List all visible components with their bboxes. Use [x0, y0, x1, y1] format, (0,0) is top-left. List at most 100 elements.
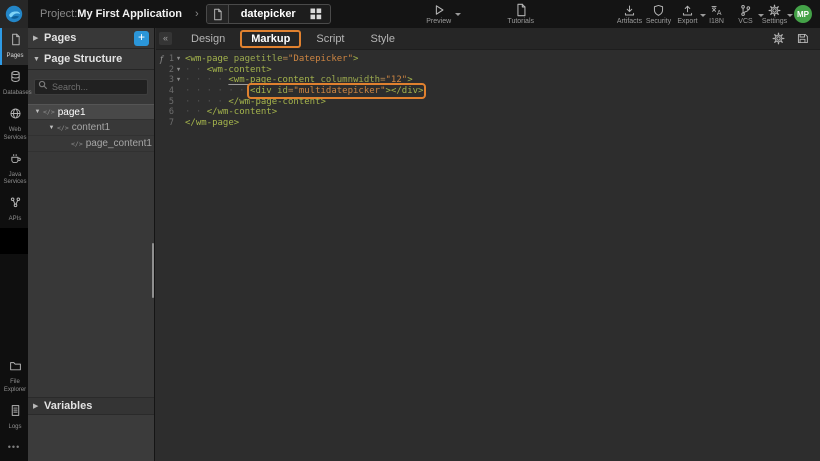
gutter: 7: [156, 118, 183, 128]
branch-icon: [739, 4, 752, 17]
code-text: · · <wm-content>: [185, 65, 272, 75]
rail-item-web-services[interactable]: Web Services: [0, 102, 28, 146]
tab-design[interactable]: Design: [181, 31, 235, 47]
more-options-button[interactable]: •••: [0, 436, 28, 461]
widget-icon: </>: [43, 108, 55, 116]
variables-section-header[interactable]: ▶ Variables: [28, 397, 154, 415]
chevron-right-icon[interactable]: ▶: [33, 34, 44, 42]
line-number: 1: [165, 54, 174, 64]
save-icon[interactable]: [796, 32, 809, 45]
breadcrumb-chevron-icon: ›: [195, 8, 199, 20]
code-text: · · </wm-content>: [185, 107, 277, 117]
action-label: I18N: [709, 18, 724, 25]
pages-panel: ▶ Pages + ▼ Page Structure ▼ </> page1▼ …: [28, 28, 155, 461]
download-icon: [623, 4, 636, 17]
code-text: </wm-page>: [185, 118, 239, 128]
code-line-4[interactable]: 4 · · · · · · <div id="multidatepicker">…: [156, 86, 820, 97]
rail-item-apis[interactable]: APIs: [0, 191, 28, 228]
action-label: Artifacts: [617, 18, 642, 25]
gutter: 2 ▼: [156, 65, 183, 75]
markup-code-editor[interactable]: f 1 ▼ <wm-page pagetitle="Datepicker"> 2…: [156, 50, 820, 461]
preview-label: Preview: [426, 18, 451, 25]
wavemaker-logo[interactable]: [0, 0, 28, 28]
api-icon: [9, 196, 22, 209]
wavemaker-studio: Project:My First Application › datepicke…: [0, 0, 820, 461]
tab-markup[interactable]: Markup: [241, 31, 300, 47]
i18n-button[interactable]: A I18N: [702, 4, 731, 25]
chevron-right-icon[interactable]: ▶: [33, 402, 44, 410]
fold-toggle-icon[interactable]: ▼: [174, 56, 183, 62]
action-label: Security: [646, 18, 671, 25]
page-file-icon: [207, 4, 229, 24]
preview-chevron-icon[interactable]: [455, 13, 461, 16]
tree-node-content1[interactable]: ▼ </> content1: [28, 120, 154, 136]
coffee-icon: [9, 152, 22, 165]
rail-item-logs[interactable]: Logs: [0, 399, 28, 436]
chevron-down-icon[interactable]: [787, 14, 793, 17]
left-icon-rail: Pages Databases Web Services Java Servic…: [0, 28, 28, 461]
code-line-6[interactable]: 6 · · </wm-content>: [156, 107, 820, 118]
line-number: 5: [165, 97, 174, 107]
shield-icon: [652, 4, 665, 17]
page-structure-header[interactable]: ▼ Page Structure: [28, 49, 154, 70]
search-icon: [38, 80, 48, 90]
vcs-button[interactable]: VCS: [731, 4, 760, 25]
chevron-down-icon[interactable]: ▼: [47, 125, 56, 131]
page-structure-tree: ▼ </> page1▼ </> content1 </> page_conte…: [28, 104, 154, 152]
rail-item-file-explorer[interactable]: File Explorer: [0, 354, 28, 398]
rail-item-label: Web Services: [3, 127, 27, 141]
chevron-down-icon[interactable]: ▼: [33, 109, 42, 115]
line-number: 7: [165, 118, 174, 128]
rail-item-databases[interactable]: Databases: [0, 65, 28, 102]
code-text: · · · · <wm-page-content columnwidth="12…: [185, 75, 413, 85]
search-input[interactable]: [34, 79, 148, 95]
editor-area: « Design Markup Script Style f 1 ▼ <wm-page…: [156, 28, 820, 461]
avatar[interactable]: MP: [794, 5, 812, 23]
settings-button[interactable]: Settings: [760, 4, 789, 25]
export-button[interactable]: Export: [673, 4, 702, 25]
chevron-down-icon[interactable]: ▼: [33, 56, 44, 63]
rail-item-java-services[interactable]: Java Services: [0, 147, 28, 191]
tab-script[interactable]: Script: [306, 31, 354, 47]
add-page-button[interactable]: +: [134, 31, 149, 46]
preview-button[interactable]: Preview: [421, 3, 457, 25]
database-icon: [9, 70, 22, 83]
tree-node-page1[interactable]: ▼ </> page1: [28, 104, 154, 120]
rail-item-label: Java Services: [3, 172, 27, 186]
rail-item-label: APIs: [3, 216, 27, 223]
page-tab-datepicker[interactable]: datepicker: [206, 4, 331, 24]
code-line-2[interactable]: 2 ▼ · · <wm-content>: [156, 65, 820, 76]
grid-icon[interactable]: [310, 8, 330, 20]
panel-scrollbar[interactable]: [152, 243, 154, 298]
variables-section-title: Variables: [44, 400, 92, 412]
tree-node-page_content1[interactable]: </> page_content1: [28, 136, 154, 152]
tutorials-button[interactable]: Tutorials: [503, 3, 539, 25]
pages-section-header[interactable]: ▶ Pages +: [28, 28, 154, 49]
collapse-panel-button[interactable]: «: [159, 32, 172, 45]
code-line-3[interactable]: 3 ▼ · · · · <wm-page-content columnwidth…: [156, 75, 820, 86]
highlighted-code: <div id="multidatepicker"></div>: [250, 86, 423, 96]
rail-bottom-items: File Explorer Logs: [0, 354, 28, 436]
gear-icon[interactable]: [772, 32, 785, 45]
fold-toggle-icon[interactable]: ▼: [174, 67, 183, 73]
line-number: 6: [165, 107, 174, 117]
rail-item-pages[interactable]: Pages: [0, 28, 28, 65]
widget-icon: </>: [71, 140, 83, 148]
project-label: Project:: [40, 8, 77, 20]
artifacts-button[interactable]: Artifacts: [615, 4, 644, 25]
fold-toggle-icon[interactable]: ▼: [174, 77, 183, 83]
code-line-5[interactable]: 5 · · · · </wm-page-content>: [156, 96, 820, 107]
code-text: · · · · · · <div id="multidatepicker"></…: [185, 86, 423, 96]
wavemaker-logo-icon: [5, 5, 23, 23]
code-line-7[interactable]: 7 </wm-page>: [156, 118, 820, 129]
gear-icon: [768, 4, 781, 17]
svg-text:A: A: [717, 9, 722, 16]
page-tab-label: datepicker: [229, 8, 310, 20]
line-number: 3: [165, 75, 174, 85]
tree-node-label: content1: [72, 122, 110, 133]
gutter: f 1 ▼: [156, 54, 183, 64]
page-structure-title: Page Structure: [44, 53, 122, 65]
code-line-1[interactable]: f 1 ▼ <wm-page pagetitle="Datepicker">: [156, 54, 820, 65]
tab-style[interactable]: Style: [361, 31, 405, 47]
security-button[interactable]: Security: [644, 4, 673, 25]
